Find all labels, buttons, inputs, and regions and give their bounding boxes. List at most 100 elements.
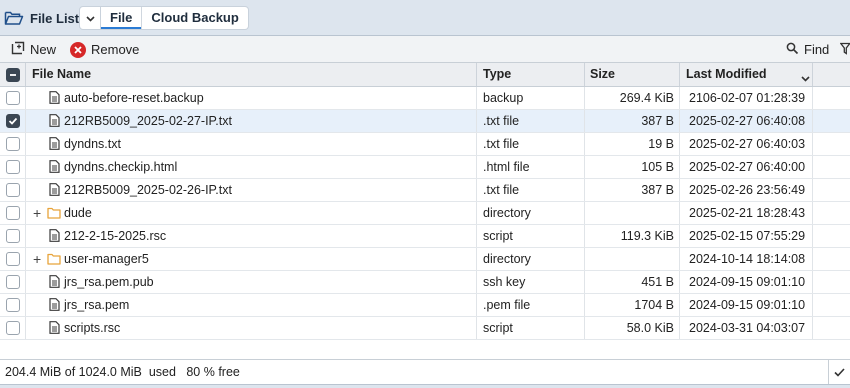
type-cell: .pem file xyxy=(483,298,531,312)
row-checkbox[interactable] xyxy=(6,298,20,312)
column-divider xyxy=(679,63,680,86)
cell-divider xyxy=(25,271,26,293)
type-cell: .txt file xyxy=(483,137,520,151)
cell-divider xyxy=(476,133,477,155)
last-modified-cell: 2106-02-07 01:28:39 xyxy=(689,91,806,105)
row-checkbox[interactable] xyxy=(6,252,20,266)
select-all-checkbox[interactable] xyxy=(6,68,20,82)
table-row[interactable]: 212RB5009_2025-02-27-IP.txt .txt file 387 … xyxy=(0,110,850,133)
cell-divider xyxy=(812,271,813,293)
cell-divider xyxy=(476,271,477,293)
status-confirm-button[interactable] xyxy=(828,360,850,385)
folder-icon xyxy=(47,253,61,268)
file-name-cell: user-manager5 xyxy=(64,252,149,266)
status-bar: 204.4 MiB of 1024.0 MiB used 80 % free xyxy=(0,359,850,385)
cell-divider xyxy=(812,156,813,178)
cell-divider xyxy=(25,87,26,109)
size-cell: 1704 B xyxy=(634,298,674,312)
table-row[interactable]: jrs_rsa.pem .pem file 1704 B 2024-09-15 09:… xyxy=(0,294,850,317)
table-row[interactable]: dyndns.txt .txt file 19 B 2025-02-27 06:40:… xyxy=(0,133,850,156)
file-name-cell: scripts.rsc xyxy=(64,321,121,335)
cell-divider xyxy=(476,248,477,270)
cell-divider xyxy=(25,179,26,201)
file-name-cell: jrs_rsa.pem xyxy=(64,298,130,312)
cell-divider xyxy=(812,248,813,270)
tab-file[interactable]: File xyxy=(101,7,141,29)
cell-divider xyxy=(812,202,813,224)
size-cell: 269.4 KiB xyxy=(619,91,674,105)
cell-divider xyxy=(679,110,680,132)
size-cell xyxy=(586,248,674,270)
expand-plus-icon[interactable]: + xyxy=(33,202,41,224)
folder-open-icon xyxy=(4,10,24,26)
file-table: auto-before-reset.backup backup 269.4 KiB 2… xyxy=(0,87,850,343)
cell-divider xyxy=(25,225,26,247)
row-checkbox[interactable] xyxy=(6,229,20,243)
remove-icon xyxy=(70,41,86,58)
remove-button[interactable]: Remove xyxy=(70,40,139,59)
table-row[interactable]: + dude directory 2025-02-21 18:28:43 xyxy=(0,202,850,225)
row-checkbox[interactable] xyxy=(6,137,20,151)
file-name-cell: auto-before-reset.backup xyxy=(64,91,204,105)
row-checkbox[interactable] xyxy=(6,206,20,220)
cell-divider xyxy=(679,133,680,155)
sort-descending-icon[interactable] xyxy=(801,71,810,85)
row-checkbox[interactable] xyxy=(6,114,20,128)
cell-divider xyxy=(584,133,585,155)
cell-divider xyxy=(25,248,26,270)
table-row[interactable]: 212-2-15-2025.rsc script 119.3 KiB 2025-02-… xyxy=(0,225,850,248)
cell-divider xyxy=(25,110,26,132)
column-header-size[interactable]: Size xyxy=(590,63,615,86)
last-modified-cell: 2025-02-21 18:28:43 xyxy=(689,206,806,220)
cell-divider xyxy=(476,179,477,201)
new-button[interactable]: New xyxy=(11,40,56,59)
last-modified-cell: 2025-02-27 06:40:08 xyxy=(689,114,806,128)
cell-divider xyxy=(584,202,585,224)
table-row[interactable]: jrs_rsa.pem.pub ssh key 451 B 2024-09-15 09… xyxy=(0,271,850,294)
filter-button[interactable] xyxy=(839,40,850,59)
table-row[interactable]: dyndns.checkip.html .html file 105 B 2025-0… xyxy=(0,156,850,179)
size-cell: 387 B xyxy=(641,183,674,197)
column-header-last-modified[interactable]: Last Modified xyxy=(686,63,767,86)
row-checkbox[interactable] xyxy=(6,160,20,174)
menu-dropdown-button[interactable] xyxy=(79,6,101,30)
table-row[interactable]: auto-before-reset.backup backup 269.4 KiB 2… xyxy=(0,87,850,110)
type-cell: script xyxy=(483,229,513,243)
file-name-cell: dyndns.checkip.html xyxy=(64,160,178,174)
table-row[interactable]: 212RB5009_2025-02-26-IP.txt .txt file 387 … xyxy=(0,179,850,202)
last-modified-cell: 2024-09-15 09:01:10 xyxy=(689,298,806,312)
table-header: File Name Type Size Last Modified xyxy=(0,63,850,87)
table-row[interactable]: + user-manager5 directory 2024-10-14 18:14:… xyxy=(0,248,850,271)
column-header-file-name[interactable]: File Name xyxy=(32,63,91,86)
type-cell: ssh key xyxy=(483,275,526,289)
last-modified-cell: 2025-02-27 06:40:00 xyxy=(689,160,806,174)
file-icon xyxy=(49,114,60,130)
find-button-label: Find xyxy=(804,42,830,57)
type-cell: script xyxy=(483,321,513,335)
column-divider xyxy=(584,63,585,86)
find-button[interactable]: Find xyxy=(786,40,829,59)
table-row[interactable]: scripts.rsc script 58.0 KiB 2024-03-31 04:0… xyxy=(0,317,850,340)
file-icon xyxy=(49,137,60,153)
cell-divider xyxy=(25,202,26,224)
size-cell: 119.3 KiB xyxy=(620,229,674,243)
expand-plus-icon[interactable]: + xyxy=(33,248,41,270)
cell-divider xyxy=(812,133,813,155)
new-file-icon xyxy=(11,41,25,58)
column-header-type[interactable]: Type xyxy=(483,63,511,86)
tab-cloud-backup[interactable]: Cloud Backup xyxy=(141,7,247,29)
file-icon xyxy=(49,91,60,107)
cell-divider xyxy=(25,133,26,155)
window-header: File List File Cloud Backup xyxy=(0,0,850,36)
size-cell xyxy=(586,202,674,224)
row-checkbox[interactable] xyxy=(6,183,20,197)
cell-divider xyxy=(476,225,477,247)
folder-icon xyxy=(47,207,61,222)
row-checkbox[interactable] xyxy=(6,91,20,105)
row-checkbox[interactable] xyxy=(6,275,20,289)
cell-divider xyxy=(25,294,26,316)
last-modified-cell: 2025-02-27 06:40:03 xyxy=(689,137,806,151)
type-cell: .html file xyxy=(483,160,530,174)
row-checkbox[interactable] xyxy=(6,321,20,335)
file-name-cell: 212RB5009_2025-02-26-IP.txt xyxy=(64,183,232,197)
